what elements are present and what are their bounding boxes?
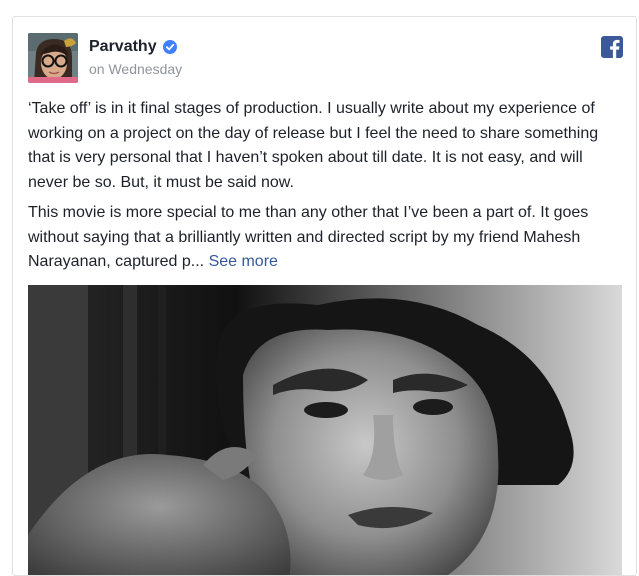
post-paragraph-2: This movie is more special to me than an… (28, 201, 626, 275)
author-line: Parvathy (89, 37, 177, 57)
portrait-photo-image (28, 285, 622, 575)
embedded-post-card: Parvathy on Wednesday ‘Take off’ is in i… (12, 16, 637, 576)
facebook-icon[interactable] (601, 36, 623, 58)
avatar-image (28, 33, 78, 83)
post-paragraph-2-text: This movie is more special to me than an… (28, 204, 589, 270)
see-more-link[interactable]: See more (209, 253, 278, 270)
verified-badge-icon (162, 40, 177, 54)
post-paragraph-1: ‘Take off’ is in it final stages of prod… (28, 100, 599, 191)
author-name[interactable]: Parvathy (89, 38, 157, 56)
post-body: ‘Take off’ is in it final stages of prod… (28, 97, 626, 281)
post-photo[interactable] (28, 285, 622, 575)
post-header: Parvathy on Wednesday (28, 33, 623, 83)
post-timestamp[interactable]: on Wednesday (89, 61, 182, 77)
author-avatar[interactable] (28, 33, 78, 83)
